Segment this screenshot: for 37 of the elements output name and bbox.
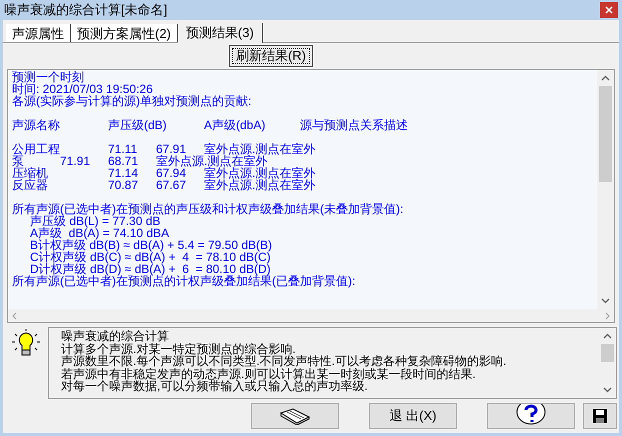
save-button[interactable] xyxy=(583,403,617,429)
tab[interactable]: 预测方案属性(2) xyxy=(71,24,178,42)
result-line: 时间: 2021/07/03 19:50:26 xyxy=(12,83,153,95)
window-title: 噪声衰减的综合计算[未命名] xyxy=(4,1,168,20)
info-line: 对每一个噪声数据,可以分频带输入或只输入总的声功率级. xyxy=(61,380,368,392)
result-line: B计权声级 dB(B) ≈ dB(A) + 5.4 = 79.50 dB(B) xyxy=(29,239,274,251)
result-line: 所有声源(已选中者)在预测点的声压级和计权声级叠加结果(未叠加背景值): xyxy=(12,203,404,215)
info-line: 计算多个声源.对某一特定预测点的综合影响. xyxy=(61,342,296,355)
tab[interactable]: 预测结果(3) xyxy=(178,23,263,43)
result-line: 压缩机 71.14 67.94 室外点源.测点在室外 xyxy=(12,167,316,179)
result-line: 声源名称 声压级(dB) A声级(dbA) 源与预测点关系描述 xyxy=(12,119,409,131)
scroll-down-icon[interactable] xyxy=(603,387,612,393)
help-button[interactable] xyxy=(487,403,575,429)
result-line: 泵 71.91 68.71 室外点源.测点在室外 xyxy=(12,155,268,167)
result-line: 声压级 dB(L) = 77.30 dB xyxy=(30,215,160,227)
scroll-up-icon[interactable] xyxy=(601,75,610,81)
result-line: D计权声级 dB(D) ≈ dB(A) + 6 = 80.10 dB(D) xyxy=(30,263,271,275)
scroll-up-icon[interactable] xyxy=(603,333,612,339)
refresh-button[interactable]: 刷新结果(R) xyxy=(228,45,314,67)
result-line: 反应器 70.87 67.67 室外点源.测点在室外 xyxy=(12,179,316,191)
result-line: C计权声级 dB(C) ≈ dB(A) + 4 = 78.10 dB(C) xyxy=(29,251,271,263)
result-line: 各源(实际参与计算的源)单独对预测点的贡献: xyxy=(12,95,252,107)
scroll-down-icon[interactable] xyxy=(601,298,610,304)
result-text-area[interactable] xyxy=(8,70,597,309)
close-icon xyxy=(605,6,613,14)
close-button[interactable] xyxy=(600,2,618,18)
info-line: 噪声衰减的综合计算 xyxy=(61,330,170,342)
result-line: 预测一个时刻 xyxy=(12,71,85,83)
info-line: 若声源中有非稳定发声的动态声源.则可以计算出某一时刻或某一段时间的结果. xyxy=(61,368,477,380)
result-line: 公用工程 71.11 67.91 室外点源.测点在室外 xyxy=(12,143,316,155)
book-button[interactable] xyxy=(251,403,339,429)
info-line: 声源数里不限.每个声源可以不同类型.不同发声特性.可以考虑各种复杂障碍物的影响. xyxy=(61,355,508,368)
tab[interactable]: 声源属性 xyxy=(6,24,71,42)
result-line: A声级 dB(A) = 74.10 dBA xyxy=(29,227,170,239)
exit-button[interactable]: 退 出(X) xyxy=(369,403,457,429)
result-line: 所有声源(已选中者)在预测点的计权声级叠加结果(已叠加背景值): xyxy=(12,275,356,287)
book-icon xyxy=(279,407,311,425)
